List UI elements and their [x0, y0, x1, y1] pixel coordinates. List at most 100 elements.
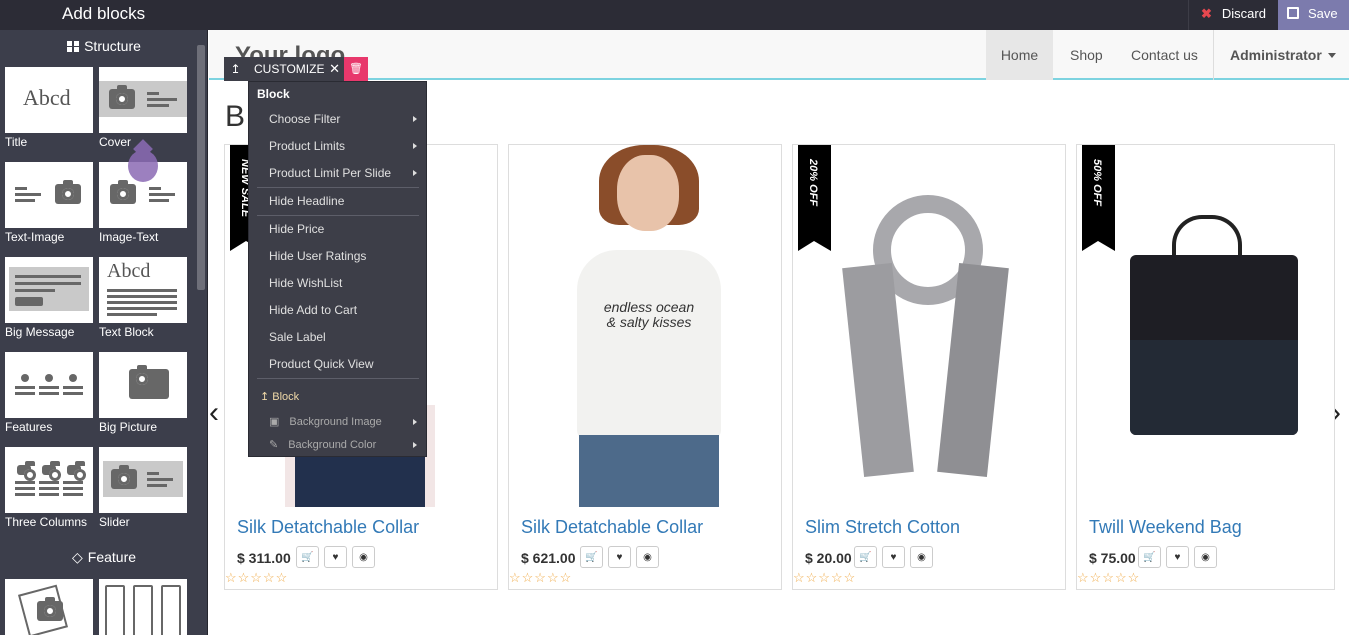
- nav-contact[interactable]: Contact us: [1131, 30, 1198, 80]
- product-card[interactable]: 50% OFF Twill Weekend Bag $ 75.00 🛒 ♥ ◉ ☆☆…: [1076, 144, 1335, 590]
- move-handle[interactable]: ↥: [224, 57, 247, 81]
- eye-icon[interactable]: ◉: [352, 546, 375, 568]
- discard-button[interactable]: ✖ Discard: [1188, 0, 1278, 30]
- camera-icon: [55, 180, 81, 204]
- menu-item-hide-add-to-cart[interactable]: Hide Add to Cart: [269, 303, 357, 317]
- product-image[interactable]: endless ocean & salty kisses: [509, 145, 781, 507]
- rating-stars: ☆☆☆☆☆: [509, 570, 573, 585]
- menu-item-hide-price[interactable]: Hide Price: [269, 222, 324, 236]
- block-text-image[interactable]: Text-Image: [5, 162, 93, 244]
- nav-shop[interactable]: Shop: [1070, 30, 1103, 80]
- heart-icon[interactable]: ♥: [1166, 546, 1189, 568]
- cart-icon[interactable]: 🛒: [580, 546, 603, 568]
- menu-subheader: ↥ Block: [260, 391, 300, 403]
- block-text-block[interactable]: Abcd Text Block: [99, 257, 187, 339]
- menu-item-limit-per-slide[interactable]: Product Limit Per Slide: [269, 166, 417, 180]
- menu-divider: [257, 215, 419, 216]
- eye-icon[interactable]: ◉: [910, 546, 933, 568]
- menu-divider: [257, 187, 419, 188]
- menu-item-hide-ratings[interactable]: Hide User Ratings: [269, 249, 366, 263]
- textblock-thumb-text: Abcd: [107, 260, 151, 282]
- product-name[interactable]: Silk Detatchable Collar: [521, 517, 703, 538]
- block-title[interactable]: Abcd Title: [5, 67, 93, 149]
- submenu-arrow-icon: [413, 143, 417, 149]
- block-pricing[interactable]: [99, 579, 187, 635]
- rating-stars: ☆☆☆☆☆: [1077, 570, 1141, 585]
- panel-title: Add blocks: [62, 4, 146, 23]
- product-name[interactable]: Twill Weekend Bag: [1089, 517, 1242, 538]
- block-big-message[interactable]: Big Message: [5, 257, 93, 339]
- cart-icon[interactable]: 🛒: [854, 546, 877, 568]
- block-big-picture[interactable]: Big Picture: [99, 352, 187, 434]
- submenu-arrow-icon: [413, 116, 417, 122]
- cart-icon[interactable]: 🛒: [1138, 546, 1161, 568]
- close-icon[interactable]: ✕: [329, 57, 340, 81]
- product-image[interactable]: [793, 145, 1065, 507]
- product-price: $ 311.00: [237, 550, 291, 566]
- site-navbar: Your logo Home Shop Contact us Administr…: [209, 30, 1349, 80]
- customize-menu: Block Choose Filter Product Limits Produ…: [248, 81, 427, 457]
- camera-icon: [17, 461, 36, 481]
- product-name[interactable]: Silk Detatchable Collar: [237, 517, 419, 538]
- shirt-print: endless ocean & salty kisses: [603, 299, 695, 330]
- discard-label: Discard: [1221, 6, 1266, 21]
- trash-icon[interactable]: 🗑: [344, 57, 368, 81]
- camera-icon: [42, 461, 61, 481]
- menu-item-background-color[interactable]: ✎ Background Color: [269, 438, 417, 451]
- submenu-arrow-icon: [413, 170, 417, 176]
- caret-down-icon: [1327, 53, 1336, 58]
- menu-header: Block: [257, 87, 290, 101]
- eye-icon[interactable]: ◉: [1194, 546, 1217, 568]
- rating-stars: ☆☆☆☆☆: [225, 570, 289, 585]
- menu-item-sale-label[interactable]: Sale Label: [269, 330, 326, 344]
- menu-item-product-limits[interactable]: Product Limits: [269, 139, 417, 153]
- eyedropper-icon: ✎: [269, 439, 279, 451]
- camera-icon: [129, 365, 169, 399]
- snippet-title: B: [225, 100, 246, 133]
- arrow-up-icon: ↥: [260, 391, 270, 403]
- block-three-columns[interactable]: Three Columns: [5, 447, 93, 529]
- nav-home[interactable]: Home: [986, 30, 1053, 80]
- eye-icon[interactable]: ◉: [636, 546, 659, 568]
- heart-icon[interactable]: ♥: [324, 546, 347, 568]
- user-menu[interactable]: Administrator: [1213, 30, 1349, 80]
- product-name[interactable]: Slim Stretch Cotton: [805, 517, 960, 538]
- block-gallery[interactable]: [5, 579, 93, 635]
- rating-stars: ☆☆☆☆☆: [793, 570, 857, 585]
- product-image[interactable]: [1077, 145, 1334, 507]
- close-icon: ✖: [1201, 6, 1212, 21]
- save-button[interactable]: Save: [1278, 0, 1349, 30]
- camera-icon: [110, 180, 136, 204]
- menu-item-quick-view[interactable]: Product Quick View: [269, 357, 374, 371]
- camera-icon: [111, 465, 137, 489]
- product-card[interactable]: 20% OFF Slim Stretch Cotton $ 20.00 🛒 ♥ ◉ …: [792, 144, 1066, 590]
- camera-icon: [67, 461, 86, 481]
- cart-icon[interactable]: 🛒: [296, 546, 319, 568]
- block-features[interactable]: Features: [5, 352, 93, 434]
- menu-item-hide-wishlist[interactable]: Hide WishList: [269, 276, 342, 290]
- grid-icon: [67, 41, 80, 52]
- chevron-left-icon[interactable]: ‹: [209, 396, 219, 430]
- menu-item-background-image[interactable]: ▣ Background Image: [269, 415, 417, 428]
- feature-heading: ◇ Feature: [71, 549, 137, 565]
- product-price: $ 621.00: [521, 550, 576, 566]
- diamond-icon: ◇: [71, 549, 83, 565]
- submenu-arrow-icon: [413, 419, 417, 425]
- menu-divider: [257, 378, 419, 379]
- floppy-icon: [1287, 7, 1299, 19]
- save-label: Save: [1308, 6, 1338, 21]
- customize-button[interactable]: CUSTOMIZE ✕: [247, 57, 344, 81]
- menu-item-hide-headline[interactable]: Hide Headline: [269, 194, 344, 208]
- heart-icon[interactable]: ♥: [608, 546, 631, 568]
- product-card[interactable]: endless ocean & salty kisses Silk Detatc…: [508, 144, 782, 590]
- heart-icon[interactable]: ♥: [882, 546, 905, 568]
- image-icon: ▣: [269, 416, 280, 428]
- sidebar-scroll-thumb[interactable]: [197, 45, 205, 290]
- block-slider[interactable]: Slider: [99, 447, 187, 529]
- sale-ribbon: 50% OFF: [1082, 145, 1115, 251]
- editor-topbar: Add blocks ✖ Discard Save: [0, 0, 1349, 30]
- product-price: $ 20.00: [805, 550, 852, 566]
- menu-item-choose-filter[interactable]: Choose Filter: [269, 112, 417, 126]
- title-thumb-text: Abcd: [23, 85, 71, 110]
- block-cover[interactable]: Cover: [99, 67, 187, 149]
